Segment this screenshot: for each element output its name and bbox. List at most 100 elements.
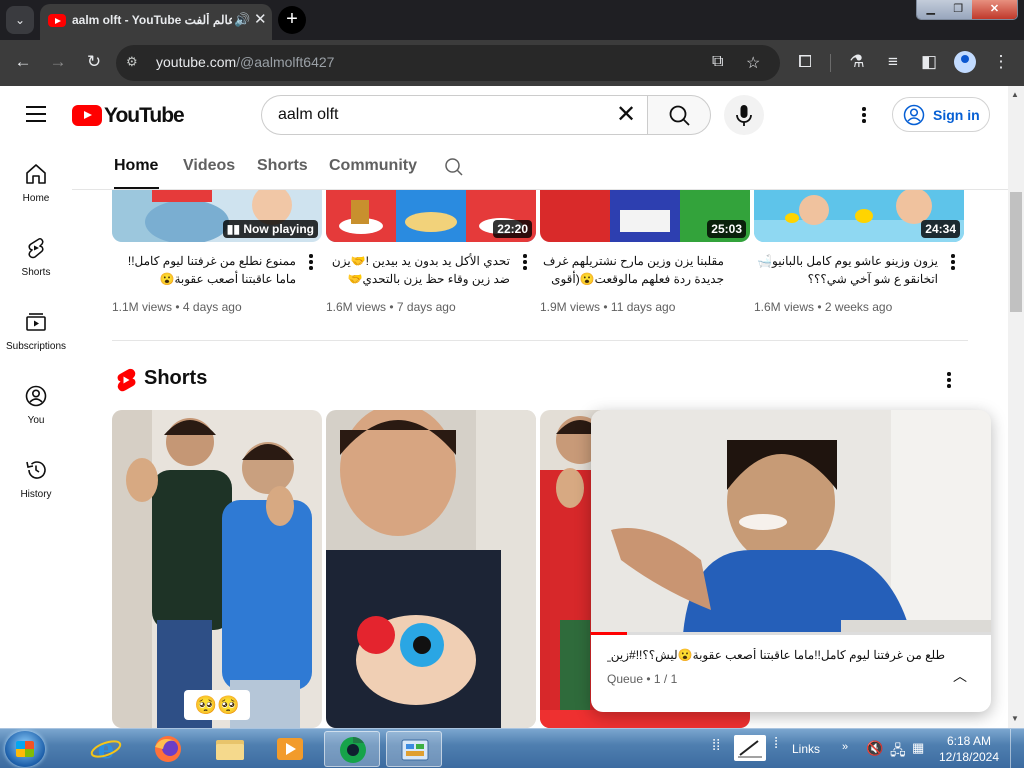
browser-tab[interactable]: aalm olft - YouTube عالم ألفت 🔊 ✕ [40,4,272,40]
taskbar-chrome-button[interactable] [324,731,380,767]
tab-search-button[interactable]: ⌄ [6,6,34,34]
media-player-icon [277,738,303,760]
miniplayer-video[interactable] [591,410,991,634]
chevron-up-icon[interactable]: ︿ [953,666,967,686]
video-menu-icon[interactable] [950,254,956,272]
short-card[interactable] [326,410,536,728]
tab-videos[interactable]: Videos [183,157,235,175]
youtube-logo-text[interactable]: YouTube [104,104,185,128]
search-button[interactable] [647,95,711,135]
taskbar-ie-button[interactable]: e [78,731,134,767]
channel-search-icon[interactable] [444,157,464,177]
video-title[interactable]: يزون وزينو عاشو يوم كامل بالبانيو🛁اتخانق… [754,252,938,288]
url-host: youtube.com [156,54,237,70]
tray-action-center-icon[interactable]: ▦ [912,740,924,768]
short-card[interactable]: 🥺🥺 [112,410,322,728]
tray-handwriting-icon[interactable] [734,735,766,761]
cast-icon[interactable]: ⧉ [712,53,723,71]
page-scrollbar[interactable]: ▲ ▼ [1008,86,1024,728]
meta-separator: • [814,300,825,314]
settings-menu-icon[interactable] [861,107,867,125]
expand-links-icon[interactable]: » [842,741,848,768]
miniplayer[interactable]: طلع من غرفتنا ليوم كامل!!ماما عاقبتنا أص… [591,410,991,712]
guide-sidebar: Home Shorts Subscriptions You History [0,144,72,728]
clear-search-icon[interactable]: ✕ [616,101,636,129]
new-tab-button[interactable]: + [278,6,306,34]
links-toolbar-label[interactable]: Links [792,742,820,768]
tab-community[interactable]: Community [329,157,417,175]
url-text[interactable]: youtube.com/@aalmolft6427 [156,54,334,70]
video-thumbnail[interactable]: 24:34 [754,190,964,242]
guide-item-subscriptions[interactable]: Subscriptions [0,310,72,370]
side-panel-icon[interactable]: ◧ [918,52,940,72]
miniplayer-title[interactable]: طلع من غرفتنا ليوم كامل!!ماما عاقبتنا أص… [607,648,945,662]
profile-icon[interactable] [954,51,976,73]
home-icon [26,164,46,184]
scroll-down-icon[interactable]: ▼ [1011,714,1019,723]
meta-separator: • [600,300,611,314]
search-query[interactable]: aalm olft [278,106,338,124]
youtube-logo-icon[interactable] [72,105,102,126]
scrollbar-thumb[interactable] [1010,192,1022,312]
video-views: 1.6M views [754,300,815,314]
tab-home[interactable]: Home [114,157,158,175]
url-path: /@aalmolft6427 [236,54,335,70]
pen-icon [738,740,762,758]
guide-item-you[interactable]: You [0,384,72,444]
guide-menu-icon[interactable] [26,106,46,122]
scroll-up-icon[interactable]: ▲ [1011,90,1019,99]
video-thumbnail[interactable]: 25:03 [540,190,750,242]
taskbar-explorer-button[interactable] [202,731,258,767]
miniplayer-progress-bar[interactable] [591,632,991,635]
bookmark-star-icon[interactable]: ☆ [746,53,760,73]
taskbar-media-player-button[interactable] [262,731,318,767]
back-icon[interactable]: ← [12,52,34,72]
search-icon [669,105,690,126]
guide-item-home[interactable]: Home [0,162,72,222]
shorts-menu-icon[interactable] [946,372,952,390]
address-bar[interactable]: ⚙ youtube.com/@aalmolft6427 ⧉ ☆ [116,45,780,81]
extensions-icon[interactable]: ⧠ [794,52,816,72]
guide-label-shorts: Shorts [21,267,51,278]
video-title[interactable]: مقلبنا يزن وزين مارح نشتريلهم غرف جديدة … [540,252,724,288]
chrome-menu-icon[interactable]: ⋮ [990,52,1012,72]
close-window-button[interactable]: ✕ [971,0,1017,19]
speaker-icon[interactable]: 🔊 [234,12,250,28]
video-age: 2 weeks ago [824,300,893,314]
voice-search-button[interactable] [724,95,764,135]
taskbar-firefox-button[interactable] [140,731,196,767]
video-menu-icon[interactable] [522,254,528,272]
tray-network-status-icon[interactable]: 🖧 [890,740,906,768]
restore-button[interactable]: ❐ [944,0,972,19]
guide-item-history[interactable]: History [0,458,72,518]
guide-label-home: Home [22,193,50,204]
video-duration: 22:20 [493,220,532,238]
site-info-icon[interactable]: ⚙ [126,54,144,70]
tab-shorts[interactable]: Shorts [257,157,308,175]
media-controls-icon[interactable]: ≡ [882,52,904,72]
reload-icon[interactable]: ↻ [83,52,105,72]
video-thumbnail[interactable]: ▮▮ Now playing [112,190,322,242]
guide-label-history: History [20,489,52,500]
video-title[interactable]: ممنوع نطلع من غرفتنا ليوم كامل!!ماما عاق… [112,252,296,288]
video-menu-icon[interactable] [308,254,314,272]
search-input[interactable]: aalm olft ✕ [261,95,647,135]
video-age: 4 days ago [182,300,242,314]
guide-item-shorts[interactable]: Shorts [0,236,72,296]
taskbar-clock[interactable]: 6:18 AM 12/18/2024 [934,733,1004,765]
video-thumbnail[interactable]: 22:20 [326,190,536,242]
volume-muted-icon[interactable]: 🔇 [866,740,883,768]
show-desktop-button[interactable] [1010,729,1024,768]
taskbar-control-panel-button[interactable] [386,731,442,767]
video-title[interactable]: تحدي الأكل يد بدون يد بيدين !🤝يزن ضد زين… [326,252,510,288]
start-button[interactable] [5,731,45,767]
tray-network-icon[interactable]: ⁞⁞ [712,737,720,768]
firefox-icon [155,736,181,762]
sign-in-button[interactable]: Sign in [892,97,990,132]
forward-icon[interactable]: → [47,52,69,72]
close-icon[interactable]: ✕ [254,10,267,28]
minimize-button[interactable]: ▁ [917,0,945,19]
shorts-section-header: Shorts [116,366,972,394]
labs-icon[interactable]: ⚗ [846,52,868,72]
video-age: 7 days ago [396,300,456,314]
